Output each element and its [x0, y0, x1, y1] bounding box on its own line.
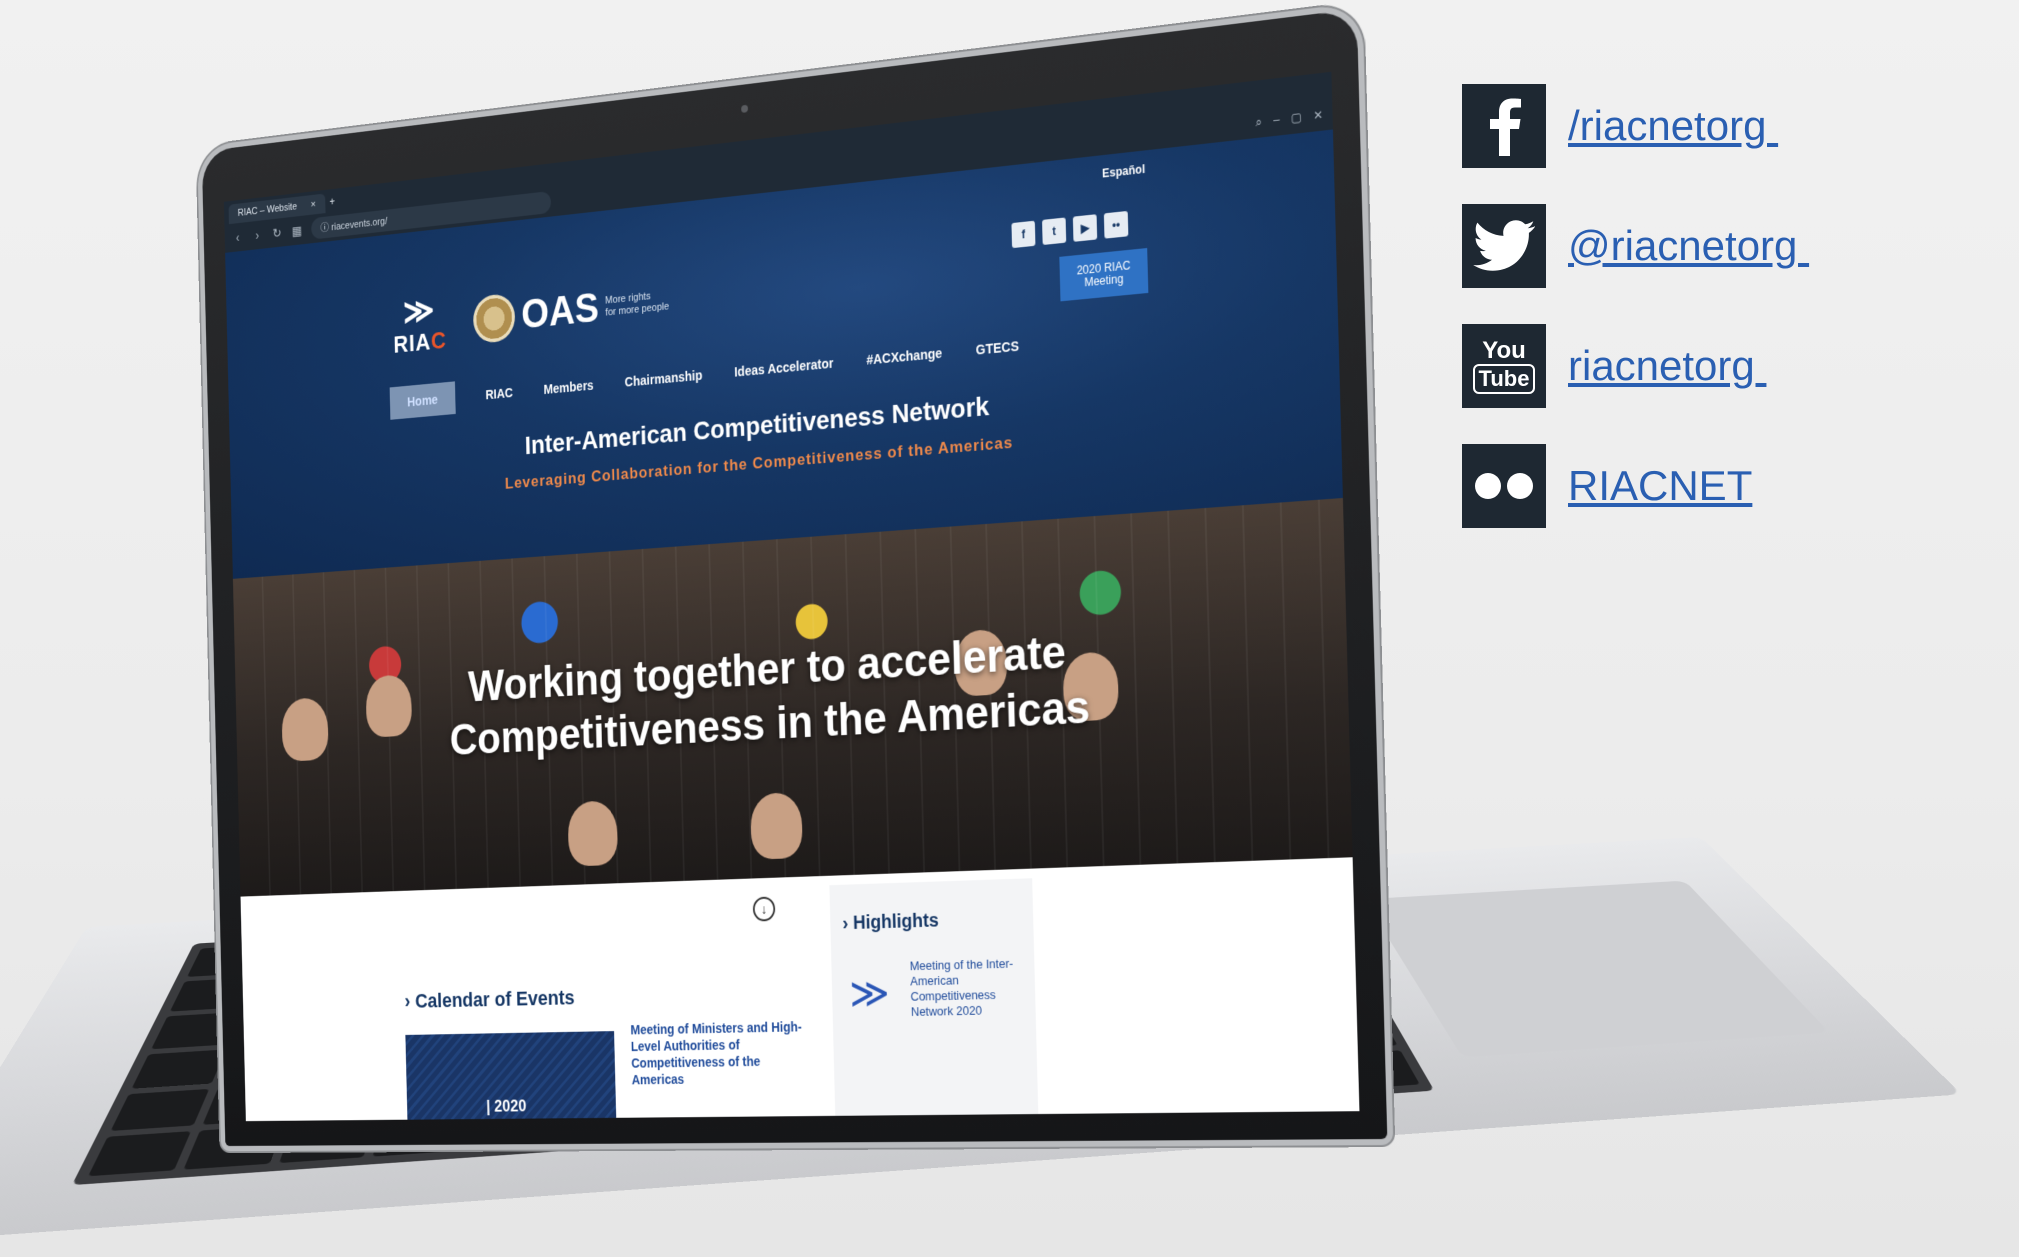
nav-members[interactable]: Members: [543, 378, 593, 397]
riac-logo-c: C: [430, 326, 447, 355]
calendar-thumb-year: | 2020: [486, 1096, 527, 1116]
header-social-icons: f t ▶ ••: [1011, 210, 1129, 249]
language-link[interactable]: Español: [1102, 162, 1145, 180]
riac-logo-text: RIA: [393, 327, 432, 359]
youtube-link[interactable]: riacnetorg: [1568, 342, 1766, 390]
calendar-event-link[interactable]: Meeting of Ministers and High-Level Auth…: [630, 1018, 817, 1088]
nav-ideas-accelerator[interactable]: Ideas Accelerator: [734, 355, 834, 379]
content-area: ↓ › Calendar of Events | 2020 Meeting of…: [241, 857, 1360, 1122]
social-row-flickr: RIACNET: [1462, 443, 1809, 529]
chevron-right-icon: ›: [404, 989, 411, 1013]
reload-icon[interactable]: ↻: [271, 225, 282, 241]
oas-logo-text: OAS: [520, 284, 600, 338]
nav-acxchange[interactable]: #ACXchange: [866, 345, 942, 367]
hero-title: Working together to accelerate Competiti…: [235, 608, 1349, 779]
social-row-twitter: @riacnetorg: [1462, 203, 1809, 289]
facebook-icon[interactable]: [1462, 84, 1546, 168]
laptop-mockup: RIAC – Website × + ‹ › ↻ ▦ ⓘ riacevents.…: [0, 0, 1962, 1257]
oas-seal-icon: [472, 292, 516, 344]
back-icon[interactable]: ‹: [232, 230, 243, 245]
flickr-icon[interactable]: [1462, 444, 1546, 528]
nav-riac[interactable]: RIAC: [485, 385, 513, 402]
close-window-icon[interactable]: ✕: [1313, 107, 1323, 123]
nav-gtecs[interactable]: GTECS: [976, 338, 1020, 357]
hero-person: [750, 791, 803, 860]
twitter-icon[interactable]: [1462, 204, 1546, 288]
facebook-small-icon[interactable]: f: [1011, 220, 1036, 249]
new-tab-icon[interactable]: +: [329, 195, 335, 213]
highlights-heading[interactable]: › Highlights: [842, 910, 939, 935]
camera-dot: [741, 104, 749, 113]
calendar-event-thumbnail[interactable]: | 2020: [405, 1031, 617, 1122]
url-text: riacevents.org/: [331, 215, 388, 233]
laptop-screen: RIAC – Website × + ‹ › ↻ ▦ ⓘ riacevents.…: [223, 71, 1360, 1122]
maximize-icon[interactable]: ▢: [1291, 110, 1302, 126]
highlights-label: Highlights: [852, 910, 939, 934]
meeting-2020-button[interactable]: 2020 RIAC Meeting: [1059, 248, 1149, 302]
facebook-link[interactable]: /riacnetorg: [1568, 102, 1778, 150]
youtube-icon-tube-glyph: Tube: [1472, 364, 1536, 394]
social-row-youtube: You Tube riacnetorg: [1462, 323, 1809, 409]
nav-chairmanship[interactable]: Chairmanship: [625, 368, 703, 390]
trackpad: [1364, 880, 1830, 1058]
calendar-of-events-label: Calendar of Events: [414, 985, 575, 1013]
site-info-icon[interactable]: ⓘ: [320, 223, 329, 235]
hero-person: [567, 800, 619, 867]
social-links-list: /riacnetorg @riacnetorg You Tube riacnet…: [1462, 83, 1809, 563]
search-icon[interactable]: ⌕: [1255, 114, 1262, 130]
grid-icon[interactable]: ▦: [291, 222, 302, 238]
highlights-panel: › Highlights ≫ Meeting of the Inter-Amer…: [829, 878, 1039, 1122]
riac-logo[interactable]: ≫ RIAC: [387, 291, 451, 359]
minimize-icon[interactable]: –: [1273, 112, 1280, 128]
oas-tagline: More rights for more people: [605, 288, 669, 318]
keyboard-key: [88, 1131, 192, 1177]
youtube-icon[interactable]: You Tube: [1462, 324, 1546, 408]
youtube-small-icon[interactable]: ▶: [1072, 214, 1098, 242]
highlight-item-link[interactable]: Meeting of the Inter-American Competitiv…: [910, 956, 1027, 1020]
forward-icon[interactable]: ›: [252, 227, 263, 243]
riac-swoosh-icon: ≫: [848, 969, 891, 1018]
youtube-icon-you-glyph: You: [1482, 337, 1526, 364]
oas-logo[interactable]: OAS More rights for more people: [472, 276, 670, 344]
twitter-small-icon[interactable]: t: [1042, 217, 1067, 246]
nav-home[interactable]: Home: [389, 381, 456, 420]
calendar-of-events-heading[interactable]: › Calendar of Events: [404, 986, 575, 1013]
tab-label: RIAC – Website: [237, 201, 298, 219]
twitter-link[interactable]: @riacnetorg: [1568, 222, 1809, 270]
scroll-down-icon[interactable]: ↓: [752, 896, 776, 922]
chevron-right-icon: ›: [842, 912, 849, 934]
keyboard-key: [131, 1049, 227, 1089]
flickr-link[interactable]: RIACNET: [1568, 462, 1752, 510]
laptop-lid: RIAC – Website × + ‹ › ↻ ▦ ⓘ riacevents.…: [201, 8, 1388, 1147]
tab-close-icon[interactable]: ×: [311, 199, 316, 210]
flickr-small-icon[interactable]: ••: [1103, 210, 1129, 239]
social-row-facebook: /riacnetorg: [1462, 83, 1809, 169]
keyboard-key: [110, 1088, 210, 1131]
